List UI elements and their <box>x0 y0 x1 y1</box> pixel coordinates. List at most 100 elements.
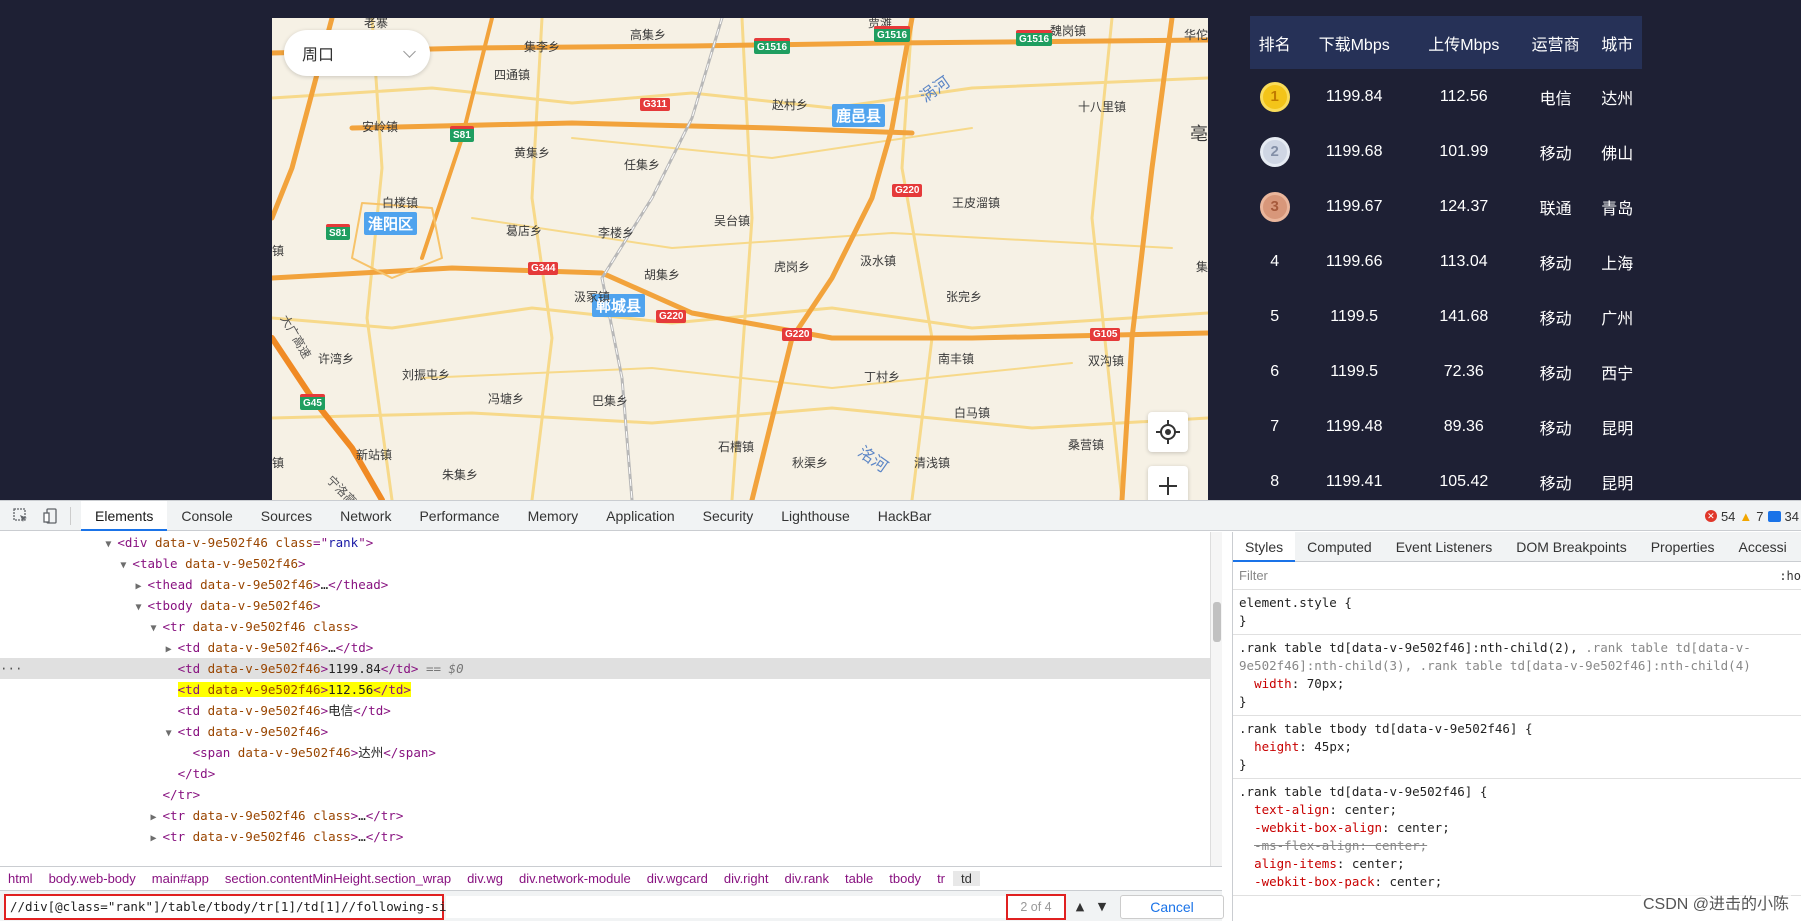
style-rule[interactable]: .rank table td[data-v-9e502f46]:nth-chil… <box>1233 635 1801 716</box>
breadcrumb-item[interactable]: tr <box>929 871 953 886</box>
dom-node-markup: <td data-v-9e502f46>1199.84</td> <box>177 661 419 676</box>
expand-triangle-icon[interactable]: ▼ <box>151 618 163 639</box>
tab-hackbar[interactable]: HackBar <box>864 501 946 531</box>
breadcrumb-item[interactable]: div.rank <box>776 871 837 886</box>
dom-node-markup: <tr data-v-9e502f46 class>…</tr> <box>162 829 404 844</box>
tab-memory[interactable]: Memory <box>514 501 593 531</box>
tab-styles[interactable]: Styles <box>1233 532 1296 562</box>
next-match-icon[interactable]: ▼ <box>1092 896 1112 918</box>
dom-node-line[interactable]: ▼ <table data-v-9e502f46> <box>0 553 1210 574</box>
expand-triangle-icon[interactable]: ▼ <box>120 555 132 576</box>
tab-network[interactable]: Network <box>326 501 405 531</box>
tab-application[interactable]: Application <box>592 501 689 531</box>
breadcrumb-item[interactable]: div.wg <box>459 871 511 886</box>
expand-triangle-icon[interactable]: ▶ <box>135 576 147 597</box>
breadcrumb-item[interactable]: div.right <box>716 871 777 886</box>
expand-triangle-icon[interactable]: ▶ <box>151 807 163 828</box>
dom-node-line[interactable]: ▼ <tbody data-v-9e502f46> <box>0 595 1210 616</box>
dom-node-line[interactable]: ▼ <td data-v-9e502f46> <box>0 721 1210 742</box>
cell-upload: 105.42 <box>1439 472 1489 490</box>
dom-tree-scrollbar[interactable] <box>1210 532 1222 866</box>
expand-triangle-icon[interactable]: ▼ <box>135 597 147 618</box>
expand-triangle-icon[interactable]: ▶ <box>166 639 178 660</box>
search-input-area[interactable] <box>446 896 1006 918</box>
dom-node-line[interactable]: </td> <box>0 763 1210 784</box>
dom-node-line[interactable]: ▶ <tr data-v-9e502f46 class>…</tr> <box>0 826 1210 847</box>
map[interactable]: 周口 淮阳区 郸城县 鹿邑县 老寨 高集乡 贾滩 魏岗镇 华佗 集李乡 四通镇 … <box>272 18 1208 500</box>
prev-match-icon[interactable]: ▲ <box>1070 896 1090 918</box>
tab-properties[interactable]: Properties <box>1639 532 1727 562</box>
expand-triangle-icon[interactable]: ▼ <box>166 723 178 744</box>
tab-lighthouse[interactable]: Lighthouse <box>767 501 864 531</box>
device-toolbar-icon[interactable] <box>42 507 60 525</box>
tab-performance[interactable]: Performance <box>405 501 513 531</box>
cell-city: 上海 <box>1601 255 1634 273</box>
county-label: 淮阳区 <box>364 212 418 235</box>
cancel-button[interactable]: Cancel <box>1120 895 1224 919</box>
dom-node-line[interactable]: ▼ <tr data-v-9e502f46 class> <box>0 616 1210 637</box>
zoom-in-button[interactable] <box>1148 466 1188 500</box>
dom-node-markup: </tr> <box>162 787 201 802</box>
watermark: CSDN @进击的小陈 <box>1640 890 1791 914</box>
style-rule[interactable]: .rank table td[data-v-9e502f46] { text-a… <box>1233 779 1801 896</box>
place-label: 虎岗乡 <box>774 260 811 274</box>
tab-elements[interactable]: Elements <box>81 500 168 531</box>
dom-node-line[interactable]: <td data-v-9e502f46>112.56</td> <box>0 679 1210 700</box>
style-rule[interactable]: element.style { } <box>1233 590 1801 635</box>
breadcrumb-item[interactable]: td <box>953 871 980 886</box>
city-select[interactable]: 周口 <box>284 30 430 76</box>
hover-state-toggle[interactable]: :ho <box>1779 569 1801 583</box>
style-rule[interactable]: .rank table tbody td[data-v-9e502f46] { … <box>1233 716 1801 779</box>
cell-city: 西宁 <box>1601 365 1634 383</box>
rank-header-row: 排名 下载Mbps 上传Mbps 运营商 城市 <box>1250 16 1642 69</box>
place-label: 汲冢镇 <box>574 290 611 304</box>
tab-console[interactable]: Console <box>167 501 246 531</box>
breadcrumb-item[interactable]: table <box>837 871 881 886</box>
place-label: 王皮溜镇 <box>952 196 1001 210</box>
tab-security[interactable]: Security <box>689 501 768 531</box>
dom-node-line[interactable]: <span data-v-9e502f46>达州</span> <box>0 742 1210 763</box>
expand-triangle-icon[interactable]: ▼ <box>105 534 117 555</box>
dom-node-line[interactable]: ▶ <thead data-v-9e502f46>…</thead> <box>0 574 1210 595</box>
tab-event-listeners[interactable]: Event Listeners <box>1384 532 1505 562</box>
inspect-element-icon[interactable] <box>12 507 30 525</box>
breadcrumb-item[interactable]: main#app <box>144 871 217 886</box>
locate-button[interactable] <box>1148 412 1188 452</box>
dom-tree[interactable]: ▼ <div data-v-9e502f46 class="rank"> ▼ <ta… <box>0 532 1210 866</box>
error-count: 54 <box>1720 508 1736 524</box>
tab-sources[interactable]: Sources <box>247 501 326 531</box>
dom-node-line[interactable]: <td data-v-9e502f46>电信</td> <box>0 700 1210 721</box>
breadcrumb-item[interactable]: div.wgcard <box>639 871 716 886</box>
chevron-down-icon <box>403 45 416 58</box>
breadcrumb-item[interactable]: tbody <box>881 871 929 886</box>
cell-rank: 8 <box>1270 472 1280 490</box>
issue-counts[interactable]: ✕ 54 ▲ 7 34 <box>1704 501 1801 531</box>
breadcrumb-item[interactable]: html <box>0 871 41 886</box>
search-input[interactable]: //div[@class="rank"]/table/tbody/tr[1]/t… <box>4 894 514 920</box>
dom-node-markup: <tr data-v-9e502f46 class>…</tr> <box>162 808 404 823</box>
dom-node-markup: <td data-v-9e502f46>电信</td> <box>177 703 391 718</box>
tab-dom-breakpoints[interactable]: DOM Breakpoints <box>1504 532 1638 562</box>
tab-accessibility[interactable]: Accessi <box>1727 532 1799 562</box>
dom-node-line[interactable]: ▼ <div data-v-9e502f46 class="rank"> <box>0 532 1210 553</box>
toolbar-divider <box>70 506 71 525</box>
dom-node-line[interactable]: ▶ <tr data-v-9e502f46 class>…</tr> <box>0 805 1210 826</box>
tab-computed[interactable]: Computed <box>1295 532 1384 562</box>
cell-upload: 89.36 <box>1443 417 1484 435</box>
dom-node-line[interactable]: ··· <td data-v-9e502f46>1199.84</td> == … <box>0 658 1210 679</box>
breadcrumb-item[interactable]: section.contentMinHeight.section_wrap <box>217 871 459 886</box>
place-label: 高集乡 <box>630 28 667 42</box>
road-shield: G1516 <box>1016 30 1053 46</box>
breadcrumb-item[interactable]: div.network-module <box>511 871 639 886</box>
breadcrumb-item[interactable]: body.web-body <box>41 871 144 886</box>
road-shield: G220 <box>656 310 687 323</box>
expand-triangle-icon[interactable]: ▶ <box>151 828 163 849</box>
styles-filter[interactable]: Filter :ho <box>1233 562 1801 590</box>
more-actions-icon[interactable]: ··· <box>0 658 23 679</box>
cell-upload: 101.99 <box>1439 142 1489 160</box>
dom-node-line[interactable]: ▶ <td data-v-9e502f46>…</td> <box>0 637 1210 658</box>
dom-node-line[interactable]: </tr> <box>0 784 1210 805</box>
scrollbar-thumb[interactable] <box>1213 602 1221 642</box>
